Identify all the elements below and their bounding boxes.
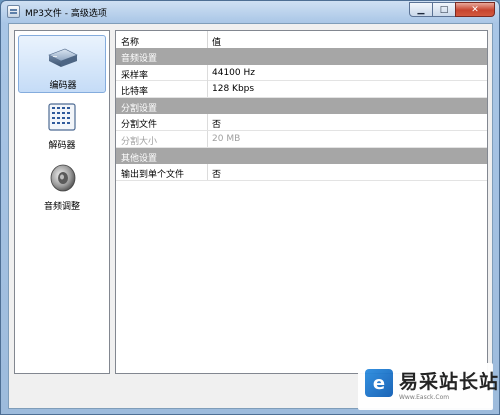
title-bar[interactable]: MP3文件 - 高级选项 ▁ □ ✕ — [1, 1, 499, 23]
property-row-bitrate[interactable]: 比特率 128 Kbps — [116, 81, 487, 98]
grid-header: 名称 值 — [116, 31, 487, 48]
column-header-name[interactable]: 名称 — [121, 35, 139, 48]
column-divider[interactable] — [207, 31, 208, 48]
nav-item-label: 编码器 — [49, 81, 77, 91]
nav-item-label: 解码器 — [48, 141, 76, 151]
watermark-url: Www.Easck.Com — [399, 394, 450, 401]
property-name: 采样率 — [121, 70, 149, 81]
property-row-split-size: 分割大小 20 MB — [116, 130, 487, 148]
maximize-button[interactable]: □ — [432, 2, 456, 17]
row-divider — [207, 130, 208, 147]
caption-buttons: ▁ □ ✕ — [409, 2, 495, 17]
window-title: MP3文件 - 高级选项 — [25, 9, 107, 19]
row-divider — [207, 64, 208, 81]
property-name: 分割文件 — [121, 120, 158, 131]
speaker-icon — [50, 164, 76, 192]
close-button[interactable]: ✕ — [455, 2, 495, 17]
category-title: 音频设置 — [121, 54, 158, 64]
row-divider — [207, 164, 208, 181]
nav-item-audio-adjust[interactable]: 音频调整 — [18, 157, 106, 215]
category-title: 分割设置 — [121, 103, 158, 114]
nav-item-encoder[interactable]: 编码器 — [18, 35, 106, 93]
nav-item-decoder[interactable]: 解码器 — [18, 96, 106, 154]
column-header-value[interactable]: 值 — [212, 35, 221, 48]
category-row-split[interactable]: 分割设置 — [116, 97, 487, 115]
category-nav-panel: 编码器 解码器 音频调整 — [14, 30, 110, 374]
watermark-overlay: e 易采站长站 Www.Easck.Com — [358, 363, 498, 410]
property-grid: 名称 值 音频设置 采样率 44100 Hz 比特率 128 Kbps 分割设置… — [115, 30, 488, 374]
watermark-title: 易采站长站 — [399, 371, 500, 393]
property-value[interactable]: 128 Kbps — [212, 84, 254, 94]
property-row-split-file[interactable]: 分割文件 否 — [116, 114, 487, 131]
app-window-icon — [7, 5, 20, 18]
property-row-sample-rate[interactable]: 采样率 44100 Hz — [116, 64, 487, 82]
row-divider — [207, 81, 208, 98]
row-divider — [207, 114, 208, 131]
property-value[interactable]: 否 — [212, 167, 221, 180]
property-name: 比特率 — [121, 87, 149, 98]
watermark-logo-icon: e — [365, 369, 393, 397]
property-name: 分割大小 — [121, 136, 158, 147]
dialog-client-area: 编码器 解码器 音频调整 名称 值 音频设置 采样率 44100 Hz 比特率 … — [8, 23, 493, 409]
minimize-button[interactable]: ▁ — [409, 2, 433, 17]
encoder-box-icon — [48, 48, 78, 67]
category-row-audio[interactable]: 音频设置 — [116, 48, 487, 65]
category-title: 其他设置 — [121, 153, 158, 164]
decoder-chip-icon — [48, 103, 76, 131]
property-value[interactable]: 44100 Hz — [212, 68, 255, 78]
nav-item-label: 音频调整 — [43, 202, 80, 212]
window: MP3文件 - 高级选项 ▁ □ ✕ 编码器 解码器 音频调整 名称 值 音频设… — [0, 0, 500, 415]
category-row-other[interactable]: 其他设置 — [116, 147, 487, 165]
property-row-single-output[interactable]: 输出到单个文件 否 — [116, 164, 487, 181]
property-name: 输出到单个文件 — [121, 170, 185, 181]
grid-body: 音频设置 采样率 44100 Hz 比特率 128 Kbps 分割设置 分割文件 — [116, 48, 487, 181]
property-value[interactable]: 否 — [212, 117, 221, 130]
property-value: 20 MB — [212, 133, 241, 144]
